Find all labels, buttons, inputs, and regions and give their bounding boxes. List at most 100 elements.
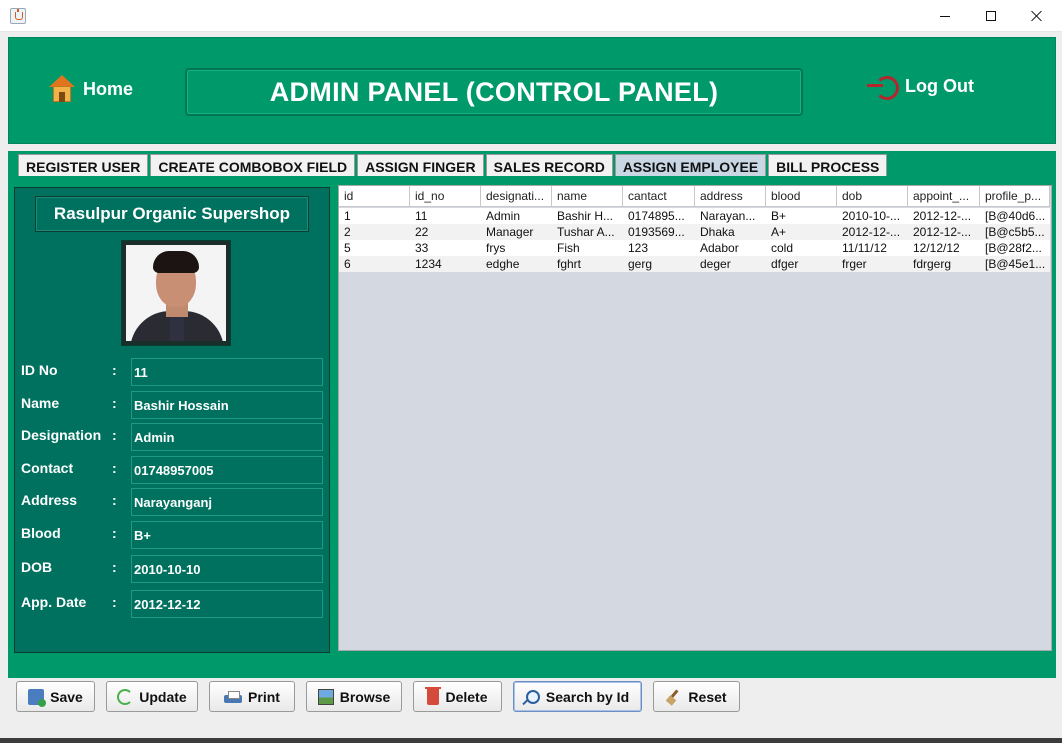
field-row-address: Address: Narayanganj [15, 488, 331, 516]
action-buttons: Save Update Print Browse Delete Search by Id R… [16, 681, 751, 712]
table-cell: 5 [344, 241, 351, 255]
home-icon [49, 75, 75, 103]
field-label: Contact [21, 460, 74, 476]
table-row[interactable]: 5 33 frys Fish 123 Adabor cold 11/11/12 12/12/12… [339, 240, 1050, 256]
field-value[interactable]: Admin [131, 423, 323, 451]
table-cell: [B@28f2... [985, 241, 1042, 255]
tab-create-combobox-field[interactable]: CREATE COMBOBOX FIELD [150, 154, 356, 178]
table-cell: 123 [628, 241, 649, 255]
field-row-dob: DOB:2010-10-10 [15, 555, 331, 583]
table-cell: 12/12/12 [913, 241, 960, 255]
column-header[interactable]: cantact [623, 186, 695, 207]
tab-register-user[interactable]: REGISTER USER [18, 154, 149, 178]
table-cell: Admin [486, 209, 521, 223]
table-cell: 2012-12-... [842, 225, 901, 239]
field-value[interactable]: 01748957005 [131, 456, 323, 484]
button-label: Update [139, 688, 187, 705]
table-cell: 1 [344, 209, 351, 223]
column-header[interactable]: name [552, 186, 623, 207]
tab-assign-finger[interactable]: ASSIGN FINGER [357, 154, 484, 178]
header-panel: Home ADMIN PANEL (CONTROL PANEL) Log Out [8, 37, 1056, 144]
table-cell: frger [842, 257, 867, 271]
field-value[interactable]: B+ [131, 521, 323, 549]
field-label: Name [21, 395, 60, 411]
table-body: 1 11 Admin Bashir H... 0174895... Narayan... B… [339, 208, 1050, 272]
table-cell: edghe [486, 257, 520, 271]
search-by-id-button[interactable]: Search by Id [513, 681, 642, 712]
button-label: Print [248, 688, 280, 705]
close-button[interactable] [1014, 0, 1060, 32]
button-label: Delete [445, 688, 488, 705]
browse-button[interactable]: Browse [306, 681, 402, 712]
field-colon: : [112, 492, 117, 508]
table-cell: 11 [415, 209, 428, 223]
browse-icon [317, 688, 334, 705]
column-header[interactable]: blood [766, 186, 837, 207]
field-colon: : [112, 395, 117, 411]
column-header[interactable]: id [339, 186, 410, 207]
reset-icon [666, 689, 682, 705]
table-cell: Fish [557, 241, 580, 255]
field-value[interactable]: Bashir Hossain [131, 391, 323, 419]
print-button[interactable]: Print [209, 681, 295, 712]
column-header[interactable]: profile_p... [980, 186, 1050, 207]
field-colon: : [112, 460, 117, 476]
employee-photo-frame[interactable] [121, 240, 231, 346]
window-titlebar [0, 0, 1062, 32]
field-value[interactable]: Narayanganj [131, 488, 323, 516]
save-button[interactable]: Save [16, 681, 95, 712]
tab-sales-record[interactable]: SALES RECORD [485, 154, 613, 178]
table-cell: Narayan... [700, 209, 756, 223]
field-row-name: Name: Bashir Hossain [15, 391, 331, 419]
logout-button[interactable]: Log Out [867, 75, 974, 100]
field-value[interactable]: 2012-12-12 [131, 590, 323, 618]
employee-card: Rasulpur Organic Supershop ID No:11 Name:… [14, 187, 330, 653]
employee-photo [126, 245, 226, 341]
window-bottom-edge [0, 738, 1062, 743]
home-button[interactable]: Home [49, 75, 133, 103]
field-value[interactable]: 2010-10-10 [131, 555, 323, 583]
field-row-id-no: ID No:11 [15, 358, 331, 386]
update-icon [117, 688, 134, 705]
minimize-icon [940, 15, 950, 17]
table-row[interactable]: 1 11 Admin Bashir H... 0174895... Narayan... B… [339, 208, 1050, 224]
tab-bill-process[interactable]: BILL PROCESS [768, 154, 888, 178]
field-colon: : [112, 427, 117, 443]
button-label: Save [50, 688, 83, 705]
field-row-app-date: App. Date:2012-12-12 [15, 590, 331, 618]
update-button[interactable]: Update [106, 681, 198, 712]
table-cell: A+ [771, 225, 787, 239]
table-cell: Dhaka [700, 225, 735, 239]
field-label: ID No [21, 362, 58, 378]
field-colon: : [112, 559, 117, 575]
print-icon [224, 689, 243, 705]
table-cell: 2012-12-... [913, 209, 972, 223]
table-cell: Bashir H... [557, 209, 614, 223]
delete-button[interactable]: Delete [413, 681, 502, 712]
page-title: ADMIN PANEL (CONTROL PANEL) [185, 68, 803, 116]
maximize-icon [986, 11, 996, 21]
table-cell: Adabor [700, 241, 739, 255]
field-value[interactable]: 11 [131, 358, 323, 386]
column-header[interactable]: id_no [410, 186, 481, 207]
tab-assign-employee[interactable]: ASSIGN EMPLOYEE [614, 154, 767, 178]
table-row[interactable]: 6 1234 edghe fghrt gerg deger dfger frger fdrger… [339, 256, 1050, 272]
close-icon [1031, 10, 1043, 22]
employee-table[interactable]: id id_no designati... name cantact address blo… [338, 185, 1052, 651]
minimize-button[interactable] [922, 0, 968, 32]
column-header[interactable]: designati... [481, 186, 552, 207]
maximize-button[interactable] [968, 0, 1014, 32]
table-cell: 0174895... [628, 209, 685, 223]
column-header[interactable]: address [695, 186, 766, 207]
field-label: DOB [21, 559, 53, 575]
column-header[interactable]: dob [837, 186, 908, 207]
column-header[interactable]: appoint_... [908, 186, 980, 207]
table-cell: 2 [344, 225, 351, 239]
field-colon: : [112, 525, 117, 541]
table-row[interactable]: 2 22 Manager Tushar A... 0193569... Dhaka A+ 20… [339, 224, 1050, 240]
reset-button[interactable]: Reset [653, 681, 740, 712]
button-label: Search by Id [545, 688, 630, 705]
table-cell: cold [771, 241, 794, 255]
field-label: App. Date [21, 594, 87, 610]
field-colon: : [112, 594, 117, 610]
